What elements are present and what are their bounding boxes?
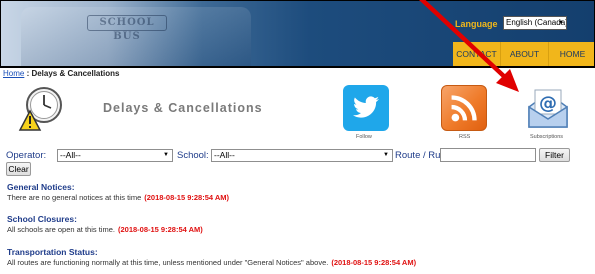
general-notices-text: There are no general notices at this tim… xyxy=(7,193,229,202)
breadcrumb-current: Delays & Cancellations xyxy=(31,69,120,78)
school-closures-timestamp: (2018-08-15 9:28:54 AM) xyxy=(117,225,203,234)
general-notices-message: There are no general notices at this tim… xyxy=(7,193,142,202)
transportation-status-timestamp: (2018-08-15 9:28:54 AM) xyxy=(331,258,417,267)
chevron-down-icon: ▼ xyxy=(163,152,169,158)
transportation-status-text: All routes are functioning normally at t… xyxy=(7,258,416,267)
email-at-icon[interactable]: @ xyxy=(525,85,571,131)
top-nav: CONTACT ABOUT HOME xyxy=(453,42,594,66)
school-closures-title: School Closures: xyxy=(7,214,77,224)
breadcrumb: Home : Delays & Cancellations xyxy=(3,69,120,78)
operator-label: Operator: xyxy=(6,150,47,161)
school-label: School: xyxy=(177,150,209,161)
nav-home[interactable]: HOME xyxy=(548,42,594,66)
chevron-down-icon: ▼ xyxy=(558,20,564,26)
bus-sign: SCHOOL BUS xyxy=(87,15,167,42)
follow-caption[interactable]: Follow xyxy=(356,134,372,140)
school-closures-text: All schools are open at this time. (2018-… xyxy=(7,225,203,234)
subscriptions-caption[interactable]: Subscriptions xyxy=(530,134,563,140)
language-label: Language xyxy=(455,19,498,29)
rss-feed-icon xyxy=(451,95,477,122)
filter-button[interactable]: Filter xyxy=(539,148,570,162)
transportation-status-title: Transportation Status: xyxy=(7,247,98,257)
chevron-down-icon: ▼ xyxy=(383,152,389,158)
general-notices-timestamp: (2018-08-15 9:28:54 AM) xyxy=(144,193,230,202)
route-run-input[interactable] xyxy=(440,148,536,162)
page-title: Delays & Cancellations xyxy=(103,101,263,115)
transportation-status-message: All routes are functioning normally at t… xyxy=(7,258,329,267)
clear-button[interactable]: Clear xyxy=(6,162,31,176)
nav-about[interactable]: ABOUT xyxy=(500,42,548,66)
school-closures-message: All schools are open at this time. xyxy=(7,225,115,234)
school-select[interactable]: --All-- ▼ xyxy=(211,149,393,162)
school-select-value: --All-- xyxy=(214,150,235,160)
language-select[interactable]: English (Canada) ▼ xyxy=(503,16,567,30)
clock-warning-icon xyxy=(18,87,62,131)
breadcrumb-home-link[interactable]: Home xyxy=(3,69,24,78)
twitter-bird-icon xyxy=(353,96,379,118)
rss-caption[interactable]: RSS xyxy=(459,134,470,140)
operator-select[interactable]: --All-- ▼ xyxy=(57,149,173,162)
rss-link[interactable] xyxy=(441,85,487,131)
nav-contact[interactable]: CONTACT xyxy=(453,42,500,66)
twitter-follow-link[interactable] xyxy=(343,85,389,131)
operator-select-value: --All-- xyxy=(60,150,81,160)
header-banner: SCHOOL BUS Language English (Canada) ▼ C… xyxy=(0,0,595,68)
general-notices-title: General Notices: xyxy=(7,182,75,192)
svg-text:@: @ xyxy=(539,93,557,114)
